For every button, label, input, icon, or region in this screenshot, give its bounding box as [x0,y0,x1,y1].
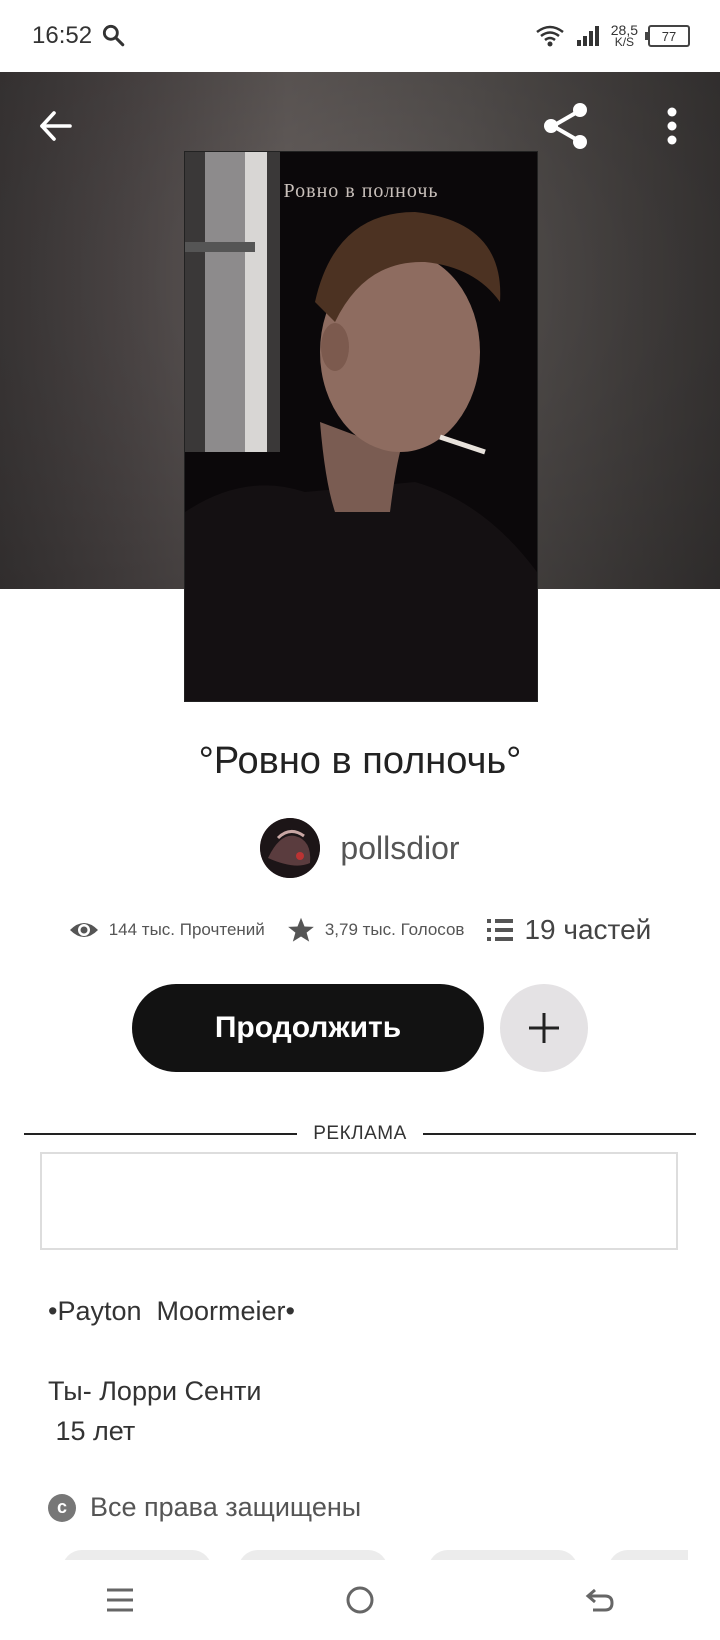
continue-reading-button[interactable]: Продолжить [132,984,484,1072]
signal-icon [576,26,599,46]
description-line: Ты- Лорри Сенти [48,1376,262,1406]
more-options-button[interactable] [642,96,702,156]
reads-stat: 144 тыс. Прочтений [69,919,265,941]
home-circle-icon [346,1586,374,1614]
votes-stat: 3,79 тыс. Голосов [287,916,465,944]
avatar-image [260,818,321,878]
status-bar: 16:52 28,5 K/S 77 [0,0,720,72]
system-nav-bar [0,1560,720,1640]
arrow-left-icon [40,111,72,141]
wifi-icon [535,25,564,47]
add-to-library-button[interactable] [500,984,588,1072]
cover-photo [185,152,537,701]
star-icon [287,917,314,942]
back-nav-button[interactable] [560,1570,640,1630]
story-title: °Ровно в полночь° [198,740,522,782]
parts-count: 19 частей [524,914,652,945]
menu-icon [107,1588,133,1612]
home-button[interactable] [320,1570,400,1630]
story-stats: 144 тыс. Прочтений 3,79 тыс. Голосов 19 … [0,914,720,946]
plus-icon [529,1013,559,1043]
author-link[interactable]: pollsdior [0,818,720,878]
ad-label: РЕКЛАМА [313,1123,407,1144]
eye-icon [69,923,98,937]
share-icon [544,103,587,149]
recent-apps-button[interactable] [80,1570,160,1630]
copyright-icon: c [48,1493,76,1522]
cover-title: Ровно в полночь [283,180,439,202]
reads-count: 144 тыс. Прочтений [108,920,265,939]
votes-count: 3,79 тыс. Голосов [324,920,465,939]
description-line: •Payton Moormeier• [48,1296,295,1326]
divider-line [422,1133,696,1135]
author-avatar[interactable] [260,818,321,878]
status-time: 16:52 [32,22,93,49]
copyright-text: Все права защищены [90,1492,362,1522]
search-icon [102,24,125,47]
author-name: pollsdior [340,829,460,866]
copyright-notice: c Все права защищены [48,1492,361,1523]
back-button[interactable] [26,96,86,156]
ad-divider: РЕКЛАМА [24,1122,696,1146]
parts-stat[interactable]: 19 частей [486,914,651,946]
book-cover[interactable]: Ровно в полночь [184,151,538,702]
share-button[interactable] [536,96,596,156]
battery-icon: 77 [645,25,690,47]
ad-slot[interactable] [40,1152,678,1250]
net-speed: 28,5 K/S [610,22,638,49]
status-indicators: 28,5 K/S 77 [535,22,690,50]
description-line: 15 лет [48,1416,136,1446]
more-vertical-icon [667,107,677,145]
divider-line [24,1133,298,1135]
list-icon [487,919,514,941]
back-arrow-icon [585,1588,614,1612]
